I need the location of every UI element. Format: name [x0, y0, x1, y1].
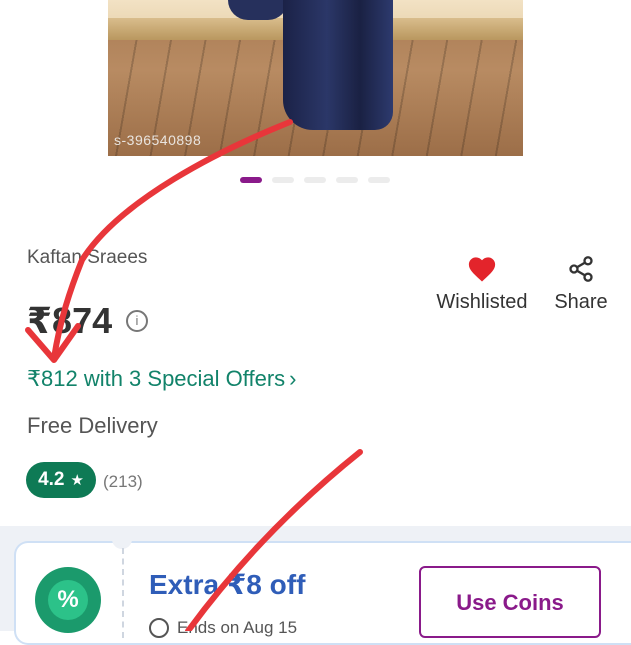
product-price: ₹874: [27, 300, 113, 341]
chevron-right-icon: ›: [289, 366, 297, 391]
use-coins-button[interactable]: Use Coins: [419, 566, 601, 638]
share-icon: [569, 256, 593, 282]
percent-icon: %: [48, 580, 88, 620]
timer-icon: [149, 618, 169, 638]
image-watermark: s-396540898: [114, 132, 202, 148]
product-image[interactable]: s-396540898: [108, 0, 523, 156]
carousel-dot[interactable]: [272, 177, 294, 183]
carousel-dot-active[interactable]: [240, 177, 262, 183]
share-button[interactable]: Share: [550, 255, 612, 314]
coupon-expiry-text: Ends on Aug 15: [177, 618, 298, 637]
coupon-divider: [122, 548, 124, 638]
special-offers-text: ₹812 with 3 Special Offers: [27, 366, 286, 391]
share-label: Share: [554, 291, 608, 313]
wishlist-label: Wishlisted: [436, 291, 528, 313]
carousel-indicator[interactable]: [240, 177, 390, 183]
discount-icon: %: [35, 567, 101, 633]
rating-badge[interactable]: 4.2 ★: [26, 462, 96, 498]
heart-icon: [468, 257, 496, 282]
delivery-info: Free Delivery: [27, 413, 158, 438]
info-icon[interactable]: i: [126, 310, 148, 332]
rating-count[interactable]: (213): [103, 472, 143, 492]
coupon-title: Extra ₹8 off: [149, 569, 306, 600]
special-offers-link[interactable]: ₹812 with 3 Special Offers ›: [27, 366, 297, 392]
wishlist-button[interactable]: Wishlisted: [432, 255, 532, 314]
star-icon: ★: [70, 472, 84, 489]
carousel-dot[interactable]: [304, 177, 326, 183]
rating-value: 4.2: [38, 469, 65, 490]
carousel-dot[interactable]: [368, 177, 390, 183]
carousel-dot[interactable]: [336, 177, 358, 183]
coupon-expiry: Ends on Aug 15: [149, 618, 297, 638]
product-name: Kaftan Sraees: [27, 247, 148, 268]
image-saree: [283, 0, 393, 130]
